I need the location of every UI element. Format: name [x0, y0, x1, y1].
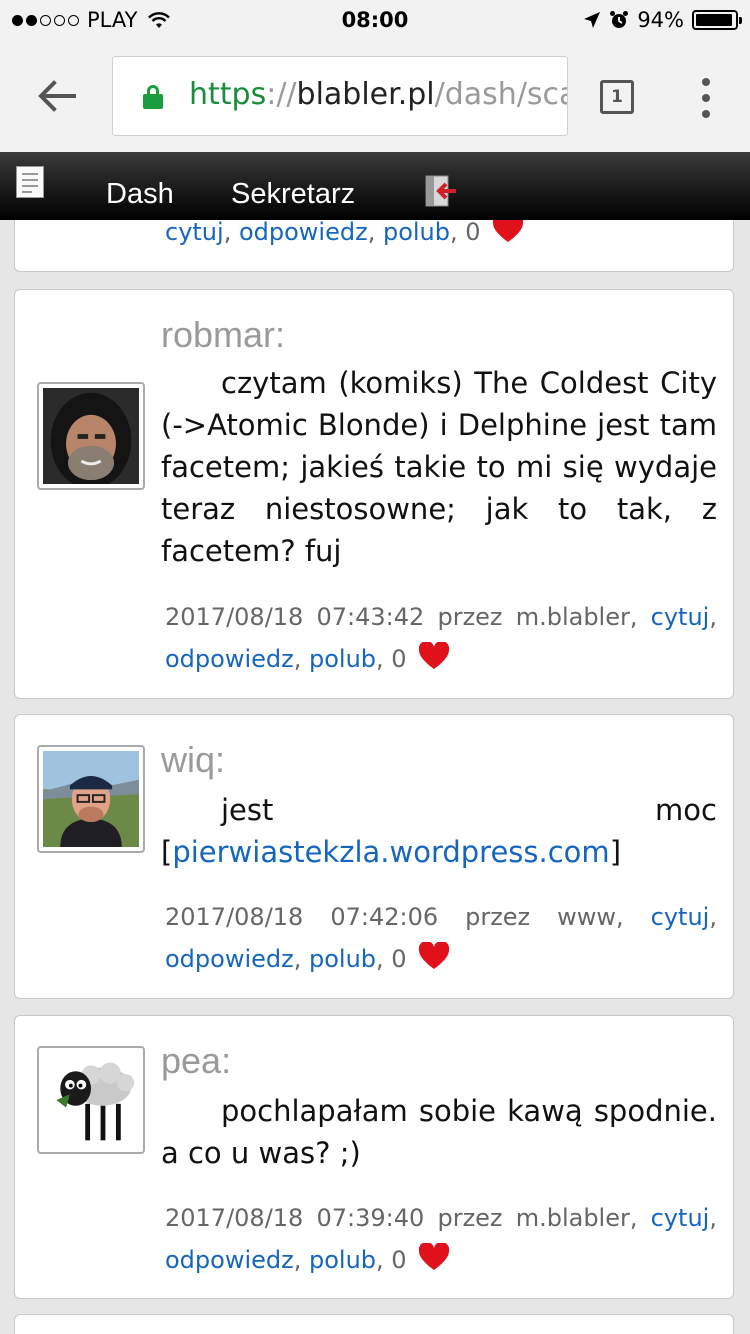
polub-link[interactable]: polub: [309, 1246, 376, 1274]
post-meta: 2017/08/18 07:39:40 przez m.blabler, cyt…: [165, 1204, 717, 1274]
nav-dash[interactable]: Dash: [106, 178, 174, 211]
post-time: 07:42:06: [330, 903, 439, 931]
cytuj-link[interactable]: cytuj: [651, 1204, 710, 1232]
post-time: 07:43:42: [316, 603, 425, 631]
battery-percent: 94%: [637, 8, 684, 32]
like-count: 0: [391, 945, 407, 973]
odpowiedz-link[interactable]: odpowiedz: [165, 1246, 294, 1274]
odpowiedz-link[interactable]: odpowiedz: [165, 645, 294, 673]
post-time: 07:39:40: [316, 1204, 425, 1232]
polub-link[interactable]: polub: [383, 218, 450, 246]
user-photo-pea: [43, 1052, 139, 1148]
post-card: [14, 1314, 734, 1334]
user-photo-robmar: [43, 388, 139, 484]
nav-sekretarz[interactable]: Sekretarz: [231, 178, 355, 211]
post-date: 2017/08/18: [165, 1204, 304, 1232]
heart-icon[interactable]: [418, 1243, 450, 1271]
post-message: jest moc [pierwiastekzla.wordpress.com]: [161, 793, 717, 869]
user-photo-wiq: [43, 751, 139, 847]
post-source: www: [557, 903, 617, 931]
polub-link[interactable]: polub: [309, 645, 376, 673]
browser-toolbar: https://blabler.pl/dash/sca 1: [0, 40, 750, 152]
polub-link[interactable]: polub: [309, 945, 376, 973]
lock-icon: [143, 85, 163, 109]
location-arrow-icon: [584, 12, 601, 28]
back-arrow-icon[interactable]: [30, 70, 82, 122]
odpowiedz-link[interactable]: odpowiedz: [239, 218, 368, 246]
post-author[interactable]: robmar:: [161, 314, 285, 356]
post-author[interactable]: pea:: [161, 1040, 231, 1082]
avatar[interactable]: [37, 1046, 145, 1154]
cytuj-link[interactable]: cytuj: [651, 603, 710, 631]
document-icon[interactable]: [16, 166, 44, 198]
via-label: przez: [465, 903, 531, 931]
odpowiedz-link[interactable]: odpowiedz: [165, 945, 294, 973]
cytuj-link[interactable]: cytuj: [651, 903, 710, 931]
post-author[interactable]: wiq:: [161, 739, 225, 781]
url-text[interactable]: https://blabler.pl/dash/sca: [189, 77, 567, 112]
address-bar[interactable]: https://blabler.pl/dash/sca: [112, 56, 568, 136]
logout-icon[interactable]: [424, 174, 458, 208]
post-source: m.blabler: [515, 603, 630, 631]
site-nav: Dash Sekretarz: [0, 152, 750, 220]
avatar[interactable]: [37, 745, 145, 853]
battery-icon: [692, 10, 742, 30]
post-date: 2017/08/18: [165, 903, 304, 931]
like-count: 0: [391, 1246, 407, 1274]
post-source: m.blabler: [515, 1204, 630, 1232]
cytuj-link[interactable]: cytuj: [165, 218, 224, 246]
via-label: przez: [437, 603, 503, 631]
post-date: 2017/08/18: [165, 603, 304, 631]
post-message: pochlapałam sobie kawą spodnie. a co u w…: [161, 1094, 717, 1170]
post-meta: 2017/08/18 07:42:06 przez www, cytuj, od…: [165, 903, 717, 973]
via-label: przez: [437, 1204, 503, 1232]
status-bar: PLAY 08:00 94%: [0, 0, 750, 40]
post-card: pea: pochlapałam sobie kawą spodnie. a c…: [14, 1015, 734, 1299]
alarm-icon: [610, 11, 629, 28]
post-card: robmar: czytam (komiks) The Coldest City…: [14, 289, 734, 699]
tab-switcher-button[interactable]: 1: [600, 80, 634, 114]
post-card: wiq: jest moc [pierwiastekzla.wordpress.…: [14, 714, 734, 999]
post-link[interactable]: pierwiastekzla.wordpress.com: [172, 835, 609, 869]
post-message: czytam (komiks) The Coldest City (->Atom…: [161, 366, 717, 568]
heart-icon[interactable]: [418, 942, 450, 970]
overflow-menu-icon[interactable]: [698, 78, 714, 118]
post-meta: 2017/08/18 07:43:42 przez m.blabler, cyt…: [165, 603, 717, 673]
heart-icon[interactable]: [418, 642, 450, 670]
avatar[interactable]: [37, 382, 145, 490]
like-count: 0: [465, 218, 481, 246]
like-count: 0: [391, 645, 407, 673]
